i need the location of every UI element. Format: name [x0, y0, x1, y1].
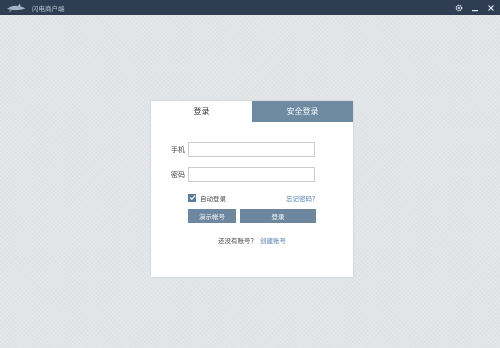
- login-tabs: 登录 安全登录: [151, 101, 353, 122]
- demo-account-button[interactable]: 演示帐号: [188, 209, 236, 223]
- tab-secure-login[interactable]: 安全登录: [252, 101, 353, 122]
- title-bar: 闪电商户端: [0, 0, 500, 15]
- login-dialog: 登录 安全登录 手机 密码 自动登录 忘记密码？ 演示帐号 登录 还没有账号？创…: [151, 101, 353, 277]
- login-button[interactable]: 登录: [240, 209, 316, 223]
- app-title: 闪电商户端: [32, 4, 65, 13]
- close-icon[interactable]: [486, 2, 496, 14]
- password-label: 密码: [171, 170, 185, 179]
- phone-input[interactable]: [188, 142, 315, 157]
- shark-logo-icon: [6, 3, 26, 13]
- tab-login[interactable]: 登录: [151, 101, 252, 122]
- phone-row: 手机: [167, 142, 185, 157]
- create-account-link[interactable]: 创建账号: [260, 237, 286, 245]
- auto-login-row: 自动登录: [188, 193, 226, 203]
- phone-label: 手机: [171, 145, 185, 154]
- forgot-password-link[interactable]: 忘记密码？: [286, 193, 319, 203]
- auto-login-checkbox[interactable]: [188, 193, 196, 202]
- check-icon: [189, 195, 195, 201]
- window-controls: [454, 0, 496, 15]
- register-prompt: 还没有账号？: [218, 237, 257, 245]
- register-prompt-row: 还没有账号？ 创建账号: [151, 235, 353, 245]
- password-input[interactable]: [188, 167, 315, 182]
- auto-login-label[interactable]: 自动登录: [200, 193, 226, 203]
- gear-icon[interactable]: [454, 2, 464, 14]
- minimize-icon[interactable]: [470, 2, 480, 14]
- password-row: 密码: [167, 167, 185, 182]
